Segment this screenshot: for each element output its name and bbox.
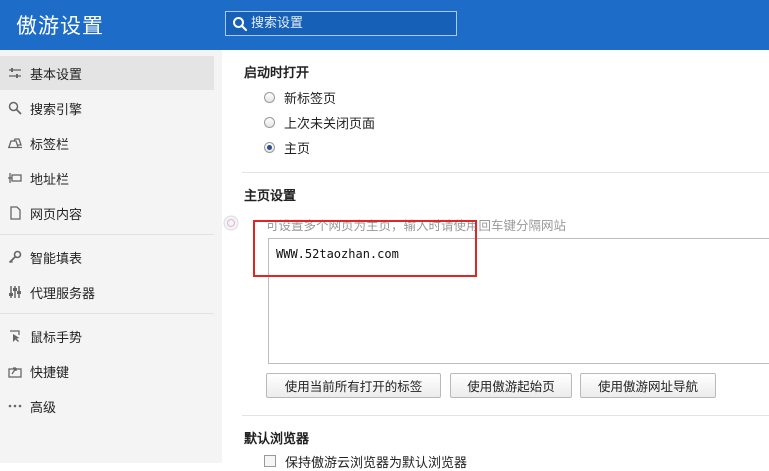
use-current-tabs-button[interactable]: 使用当前所有打开的标签 xyxy=(266,373,441,398)
sidebar-item-label: 智能填表 xyxy=(30,251,83,267)
sidebar-item-label: 地址栏 xyxy=(30,172,70,188)
section-title-startup: 启动时打开 xyxy=(244,66,310,81)
homepage-hint: 可设置多个网页为主页，输入时请使用回车键分隔网站 xyxy=(266,218,567,233)
header-bar: 傲游设置 xyxy=(0,0,769,50)
more-icon xyxy=(8,399,22,413)
radio-last-session[interactable]: 上次未关闭页面 xyxy=(264,113,376,132)
sidebar-item-label: 快捷键 xyxy=(30,365,70,381)
cursor-icon xyxy=(8,329,22,343)
section-title-default-browser: 默认浏览器 xyxy=(244,432,310,447)
section-title-homepage: 主页设置 xyxy=(244,189,297,204)
sidebar-item-label: 代理服务器 xyxy=(30,286,96,302)
sidebar-item-label: 网页内容 xyxy=(30,207,83,223)
radio-button-checked[interactable] xyxy=(264,141,275,153)
proxy-icon xyxy=(8,285,22,299)
sidebar-divider xyxy=(0,234,214,235)
radio-homepage[interactable]: 主页 xyxy=(264,138,311,157)
sidebar-item-label: 高级 xyxy=(30,400,57,416)
radio-button[interactable] xyxy=(264,91,275,103)
sidebar-item-address-bar[interactable]: 地址栏 xyxy=(0,161,214,195)
key-icon xyxy=(8,250,22,264)
sidebar-item-label: 基本设置 xyxy=(30,67,83,83)
search-icon xyxy=(232,16,248,32)
radio-label: 上次未关闭页面 xyxy=(284,116,376,132)
default-browser-option[interactable]: 保持傲游云浏览器为默认浏览器 xyxy=(264,453,468,471)
sidebar-item-search-engine[interactable]: 搜索引擎 xyxy=(0,91,214,125)
radio-label: 新标签页 xyxy=(284,91,337,107)
info-icon xyxy=(222,214,240,232)
sidebar-item-basic[interactable]: 基本设置 xyxy=(0,56,214,90)
checkbox[interactable] xyxy=(264,455,276,467)
search-box[interactable] xyxy=(225,11,457,36)
radio-label: 主页 xyxy=(284,141,311,157)
section-divider xyxy=(242,415,769,416)
shortcut-icon xyxy=(8,364,22,378)
sidebar-item-autofill[interactable]: 智能填表 xyxy=(0,240,214,274)
sidebar-item-proxy[interactable]: 代理服务器 xyxy=(0,275,214,309)
sidebar-item-page-content[interactable]: 网页内容 xyxy=(0,196,214,230)
tab-icon xyxy=(8,136,22,150)
sidebar-item-shortcuts[interactable]: 快捷键 xyxy=(0,354,214,388)
radio-button[interactable] xyxy=(264,116,275,128)
checkbox-label: 保持傲游云浏览器为默认浏览器 xyxy=(285,455,468,471)
section-divider xyxy=(242,172,769,173)
sidebar-divider xyxy=(0,313,214,314)
settings-panel: 启动时打开 新标签页 上次未关闭页面 主页 主页设置 可设置多个网页为主页，输入… xyxy=(222,50,769,471)
sidebar-item-advanced[interactable]: 高级 xyxy=(0,389,214,423)
address-bar-icon xyxy=(8,171,22,185)
sidebar-item-label: 鼠标手势 xyxy=(30,330,83,346)
sidebar-item-mouse-gestures[interactable]: 鼠标手势 xyxy=(0,319,214,353)
use-nav-page-button[interactable]: 使用傲游网址导航 xyxy=(580,373,716,398)
search-input[interactable] xyxy=(251,14,451,33)
homepage-textarea[interactable]: WWW.52taozhan.com xyxy=(268,238,769,364)
page-icon xyxy=(8,206,22,220)
sidebar-item-label: 标签栏 xyxy=(30,137,70,153)
sliders-icon xyxy=(8,66,22,80)
radio-new-tab[interactable]: 新标签页 xyxy=(264,88,337,107)
sidebar-item-label: 搜索引擎 xyxy=(30,102,83,118)
magnifier-icon xyxy=(8,101,22,115)
sidebar: 基本设置 搜索引擎 标签栏 地址栏 网页内容 智能填表 代理服务器 鼠标手势 快… xyxy=(0,50,222,463)
sidebar-item-tabs[interactable]: 标签栏 xyxy=(0,126,214,160)
app-title: 傲游设置 xyxy=(16,14,104,38)
use-start-page-button[interactable]: 使用傲游起始页 xyxy=(450,373,572,398)
